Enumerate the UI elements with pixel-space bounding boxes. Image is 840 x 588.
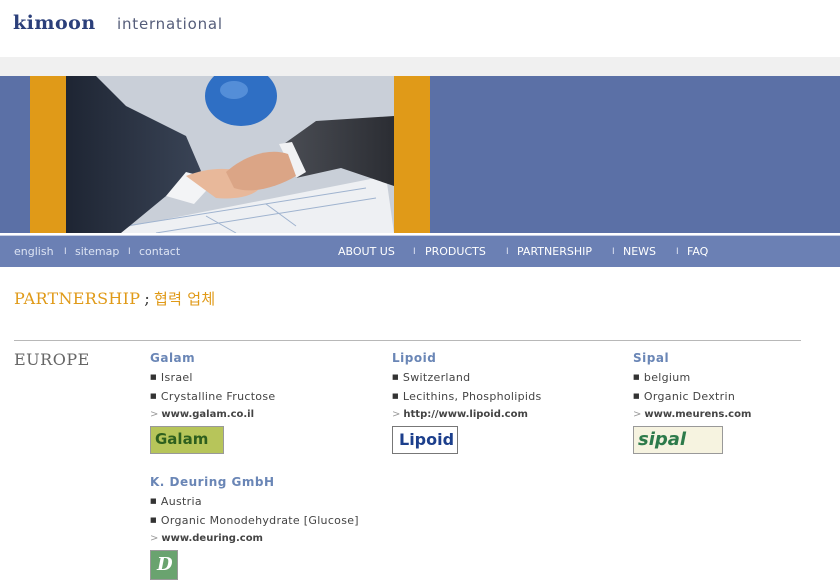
partner-name: Lipoid bbox=[392, 351, 437, 365]
brand-subtitle: international bbox=[117, 15, 223, 33]
partner-url-link[interactable]: > www.meurens.com bbox=[633, 409, 840, 425]
banner-accent-right bbox=[394, 76, 430, 233]
partner-product: ■ Organic Monodehydrate [Glucose] bbox=[150, 514, 359, 527]
square-bullet-icon: ■ bbox=[633, 373, 640, 381]
hero-banner bbox=[0, 76, 840, 233]
partner-url-link[interactable]: > www.galam.co.il bbox=[150, 409, 360, 425]
handshake-photo bbox=[66, 76, 394, 233]
lipoid-logo[interactable]: Lipoid bbox=[392, 426, 458, 454]
page-title-kr: 협력 업체 bbox=[154, 290, 216, 308]
logo-bar: kimoon international bbox=[0, 0, 840, 57]
partner-card-deuring: K. Deuring GmbH ■ Austria ■ Organic Monode… bbox=[150, 475, 360, 584]
nav-separator: I bbox=[413, 247, 416, 257]
nav-separator: I bbox=[612, 247, 615, 257]
partner-product: ■ Organic Dextrin bbox=[633, 390, 736, 403]
handshake-illustration bbox=[66, 76, 394, 233]
square-bullet-icon: ■ bbox=[150, 516, 157, 524]
galam-logo[interactable]: Galam bbox=[150, 426, 224, 454]
banner-accent-left bbox=[30, 76, 66, 233]
page-title-en: PARTNERSHIP bbox=[14, 289, 141, 308]
nav-about-us[interactable]: ABOUT US bbox=[338, 245, 395, 258]
nav-partnership[interactable]: PARTNERSHIP bbox=[517, 245, 592, 258]
partner-url-link[interactable]: > http://www.lipoid.com bbox=[392, 409, 602, 425]
partner-name: Sipal bbox=[633, 351, 670, 365]
header-divider-strip bbox=[0, 57, 840, 76]
nav-separator: I bbox=[64, 247, 67, 257]
page-title: PARTNERSHIP; 협력 업체 bbox=[14, 288, 216, 309]
square-bullet-icon: ■ bbox=[633, 392, 640, 400]
partner-name: Galam bbox=[150, 351, 196, 365]
square-bullet-icon: ■ bbox=[392, 392, 399, 400]
gt-arrow-icon: > bbox=[150, 533, 159, 544]
partner-country: ■ Austria bbox=[150, 495, 202, 508]
gt-arrow-icon: > bbox=[150, 409, 159, 420]
nav-sitemap-link[interactable]: sitemap bbox=[75, 245, 119, 258]
square-bullet-icon: ■ bbox=[150, 497, 157, 505]
partner-name: K. Deuring GmbH bbox=[150, 475, 275, 489]
square-bullet-icon: ■ bbox=[150, 392, 157, 400]
partner-card-sipal: Sipal ■ belgium ■ Organic Dextrin > www.meu… bbox=[633, 351, 840, 458]
nav-faq[interactable]: FAQ bbox=[687, 245, 708, 258]
nav-separator: I bbox=[128, 247, 131, 257]
nav-contact-link[interactable]: contact bbox=[139, 245, 180, 258]
partner-url-link[interactable]: > www.deuring.com bbox=[150, 533, 360, 549]
page-title-separator: ; bbox=[144, 289, 151, 308]
square-bullet-icon: ■ bbox=[150, 373, 157, 381]
partner-country: ■ Israel bbox=[150, 371, 193, 384]
nav-products[interactable]: PRODUCTS bbox=[425, 245, 486, 258]
brand-logo[interactable]: kimoon bbox=[13, 12, 96, 34]
partner-country: ■ belgium bbox=[633, 371, 691, 384]
gt-arrow-icon: > bbox=[392, 409, 401, 420]
square-bullet-icon: ■ bbox=[392, 373, 399, 381]
nav-news[interactable]: NEWS bbox=[623, 245, 656, 258]
sipal-logo[interactable]: sipal bbox=[633, 426, 723, 454]
section-divider bbox=[14, 340, 801, 341]
nav-english-link[interactable]: english bbox=[14, 245, 54, 258]
region-label: EUROPE bbox=[14, 350, 90, 369]
nav-separator: I bbox=[506, 247, 509, 257]
partner-card-lipoid: Lipoid ■ Switzerland ■ Lecithins, Phosphol… bbox=[392, 351, 602, 458]
nav-separator: I bbox=[676, 247, 679, 257]
partner-product: ■ Lecithins, Phospholipids bbox=[392, 390, 542, 403]
partner-country: ■ Switzerland bbox=[392, 371, 471, 384]
partner-card-galam: Galam ■ Israel ■ Crystalline Fructose > www… bbox=[150, 351, 360, 458]
partner-product: ■ Crystalline Fructose bbox=[150, 390, 276, 403]
deuring-logo[interactable]: D bbox=[150, 550, 178, 580]
gt-arrow-icon: > bbox=[633, 409, 642, 420]
navigation-bar: english I sitemap I contact ABOUT US I P… bbox=[0, 235, 840, 267]
